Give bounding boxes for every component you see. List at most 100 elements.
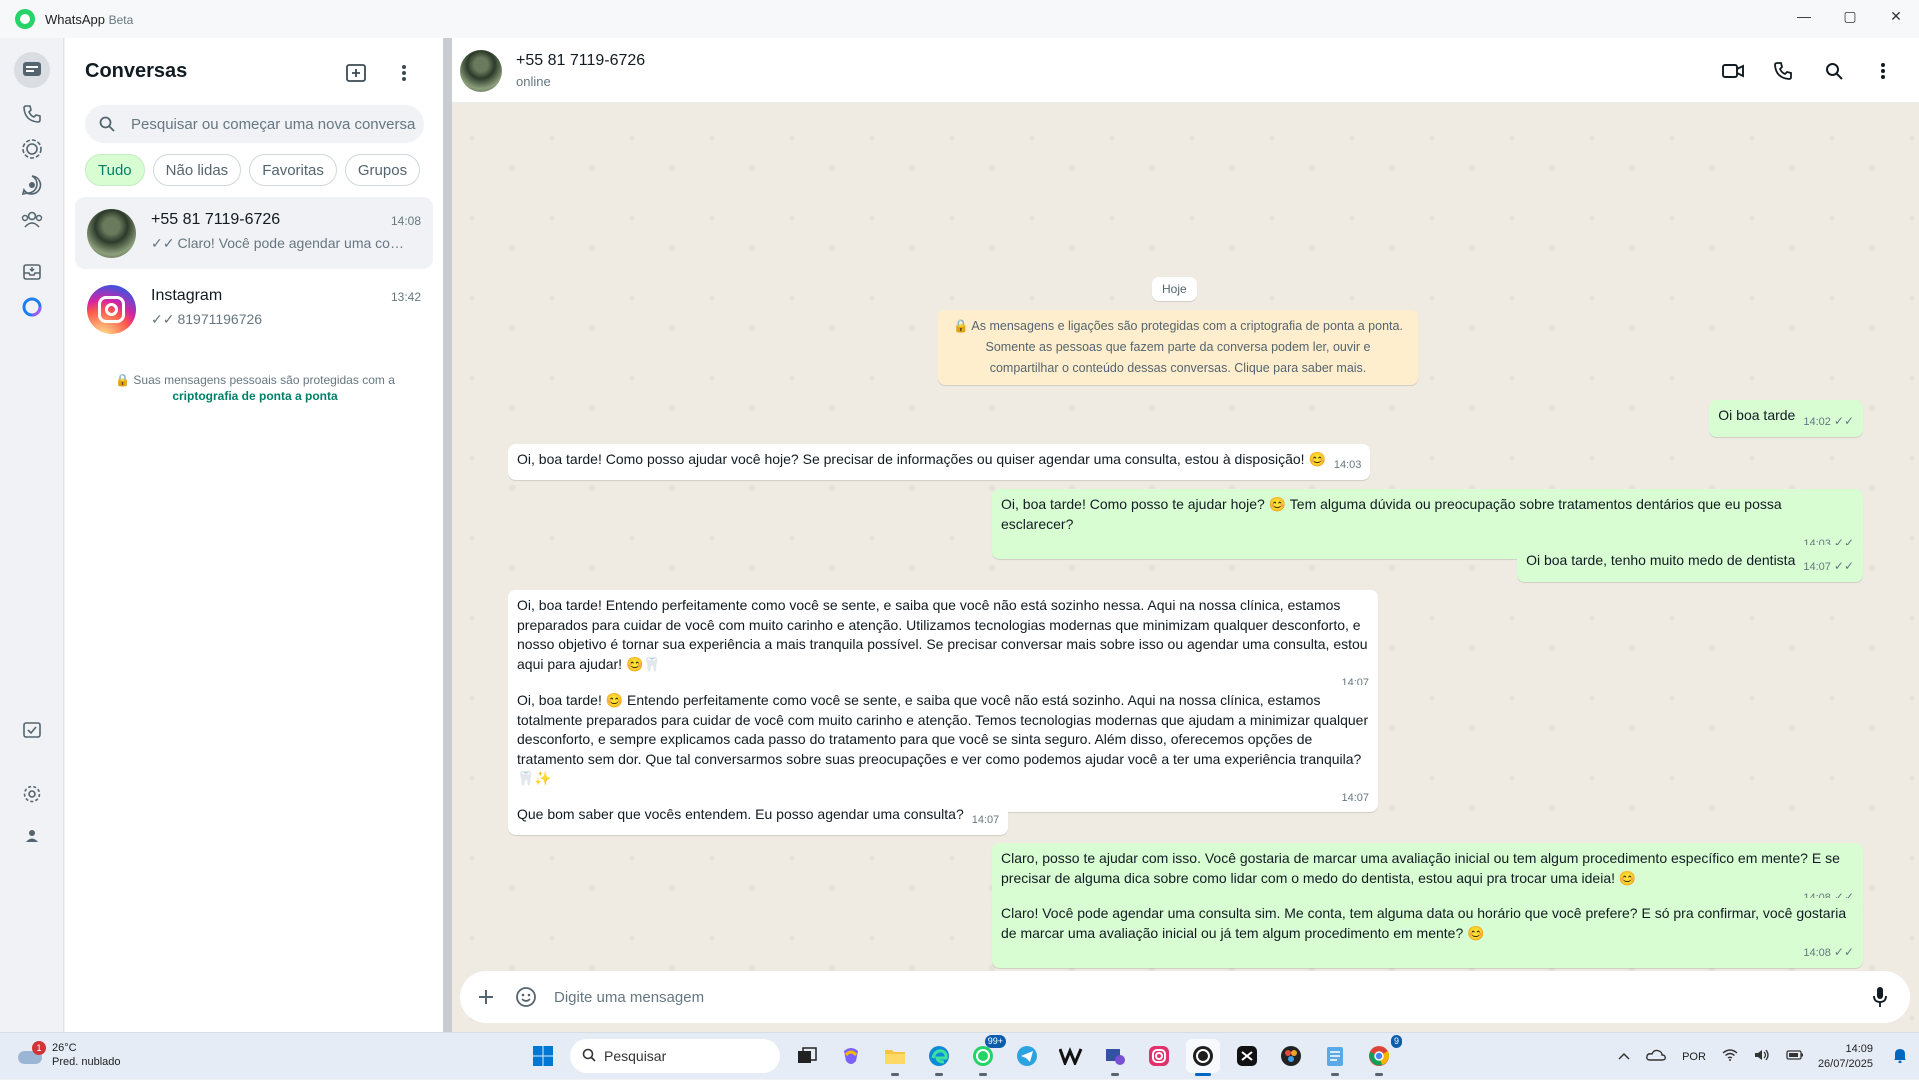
- attach-button[interactable]: [466, 977, 506, 1017]
- encryption-link[interactable]: criptografia de ponta a ponta: [172, 389, 337, 403]
- screen-tool-icon: [1106, 1049, 1125, 1065]
- video-call-icon: [1722, 64, 1744, 78]
- message-text: Oi, boa tarde! 😊 Entendo perfeitamente c…: [517, 692, 1369, 786]
- read-ticks-icon: ✓✓: [1833, 559, 1854, 573]
- clock[interactable]: 14:09 26/07/2025: [1818, 1042, 1873, 1072]
- chevron-up-icon: [1618, 1052, 1630, 1060]
- instagram-avatar-icon: [87, 284, 136, 334]
- volume-icon[interactable]: [1754, 1049, 1770, 1064]
- filter-groups[interactable]: Grupos: [344, 154, 421, 186]
- task-view-button[interactable]: [790, 1039, 824, 1073]
- davinci-button[interactable]: [1274, 1039, 1308, 1073]
- screen-tool-button[interactable]: [1098, 1039, 1132, 1076]
- taskbar-search-label: Pesquisar: [604, 1048, 667, 1064]
- chat-menu-button[interactable]: [1868, 56, 1898, 86]
- search-input[interactable]: [131, 115, 421, 133]
- notepad-button[interactable]: [1318, 1039, 1352, 1076]
- encryption-notice: 🔒 Suas mensagens pessoais são protegidas…: [85, 372, 425, 404]
- copilot-icon: [844, 1048, 858, 1064]
- message-time: 14:07: [971, 814, 1000, 826]
- settings-icon[interactable]: [14, 776, 50, 812]
- minimize-button[interactable]: —: [1781, 0, 1827, 32]
- filter-all[interactable]: Tudo: [85, 154, 145, 186]
- battery-icon[interactable]: [1786, 1049, 1804, 1064]
- contact-avatar[interactable]: [460, 50, 502, 92]
- more-vertical-icon: [1881, 63, 1885, 79]
- outgoing-message[interactable]: Oi boa tarde, tenho muito medo de dentis…: [1517, 545, 1863, 582]
- microphone-icon: [1873, 987, 1887, 1007]
- starred-icon[interactable]: [14, 713, 50, 749]
- message-text: Oi boa tarde, tenho muito medo de dentis…: [1526, 552, 1796, 568]
- message-list[interactable]: Hoje 🔒 As mensagens e ligações são prote…: [452, 103, 1919, 968]
- input-language[interactable]: POR: [1682, 1051, 1706, 1063]
- capcut-button[interactable]: [1230, 1039, 1264, 1073]
- davinci-resolve-icon: [1281, 1046, 1301, 1066]
- chrome-icon: [1369, 1046, 1390, 1066]
- maximize-button[interactable]: ▢: [1827, 0, 1873, 32]
- channels-icon[interactable]: [14, 167, 50, 203]
- whatsapp-beta-button[interactable]: [1186, 1039, 1220, 1076]
- filter-unread[interactable]: Não lidas: [152, 154, 242, 186]
- date-separator: Hoje: [1152, 277, 1197, 301]
- filter-favorites[interactable]: Favoritas: [249, 154, 337, 186]
- chrome-button[interactable]: 9: [1362, 1035, 1402, 1076]
- archive-icon[interactable]: [14, 254, 50, 290]
- encryption-notice-text: 🔒 Suas mensagens pessoais são protegidas…: [115, 373, 395, 387]
- weather-widget[interactable]: 1 26°C Pred. nublado: [18, 1041, 121, 1069]
- message-time: 14:07: [1341, 791, 1369, 804]
- instagram-app-button[interactable]: [1142, 1039, 1176, 1073]
- outgoing-message[interactable]: Claro! Você pode agendar uma consulta si…: [992, 898, 1863, 968]
- outgoing-message[interactable]: Oi boa tarde 14:02 ✓✓: [1709, 400, 1863, 437]
- chat-last-message-text: Claro! Você pode agendar uma consulta si…: [177, 235, 411, 251]
- conversation-header[interactable]: +55 81 7119-6726 online: [452, 38, 1919, 103]
- emoji-button[interactable]: [506, 977, 546, 1017]
- communities-icon[interactable]: [14, 202, 50, 238]
- calls-icon[interactable]: [14, 96, 50, 132]
- incoming-message[interactable]: Oi, boa tarde! 😊 Entendo perfeitamente c…: [508, 685, 1378, 812]
- contact-name[interactable]: +55 81 7119-6726: [516, 52, 645, 70]
- incoming-message[interactable]: Oi, boa tarde! Como posso ajudar você ho…: [508, 444, 1371, 480]
- message-input[interactable]: [554, 988, 1860, 1006]
- incoming-message[interactable]: Oi, boa tarde! Entendo perfeitamente com…: [508, 590, 1378, 698]
- chat-list-item[interactable]: Instagram 13:42 ✓✓ 81971196726: [75, 273, 433, 345]
- sidebar-menu-button[interactable]: [389, 58, 419, 88]
- app-w-button[interactable]: [1054, 1039, 1088, 1073]
- weather-temp: 26°C: [52, 1042, 77, 1054]
- message-text: Oi, boa tarde! Como posso ajudar você ho…: [517, 451, 1326, 467]
- voice-call-button[interactable]: [1768, 56, 1798, 86]
- whatsapp-taskbar-button[interactable]: 99+: [966, 1035, 1006, 1076]
- file-explorer-button[interactable]: [878, 1039, 912, 1076]
- chat-last-message: ✓✓ 81971196726: [151, 311, 411, 328]
- chat-last-message-text: 81971196726: [177, 311, 263, 327]
- new-chat-button[interactable]: [341, 58, 371, 88]
- encryption-system-message[interactable]: 🔒 As mensagens e ligações são protegidas…: [938, 310, 1418, 385]
- taskbar-search[interactable]: Pesquisar: [570, 1039, 780, 1073]
- wifi-icon[interactable]: [1722, 1049, 1738, 1064]
- folder-icon: [885, 1050, 905, 1064]
- close-button[interactable]: ✕: [1873, 0, 1919, 32]
- telegram-icon: [1017, 1046, 1037, 1066]
- status-icon[interactable]: [14, 131, 50, 167]
- onedrive-icon[interactable]: [1646, 1049, 1666, 1064]
- profile-icon[interactable]: [14, 818, 50, 854]
- notifications-bell-icon[interactable]: [1893, 1047, 1907, 1066]
- chat-list-item[interactable]: +55 81 7119-6726 14:08 ✓✓ Claro! Você pod…: [75, 197, 433, 269]
- telegram-button[interactable]: [1010, 1039, 1044, 1073]
- video-call-button[interactable]: [1718, 56, 1748, 86]
- title-bar: WhatsApp Beta — ▢ ✕: [0, 0, 1919, 38]
- show-hidden-icons[interactable]: [1618, 1051, 1630, 1063]
- edge-button[interactable]: [922, 1039, 956, 1076]
- copilot-button[interactable]: [834, 1039, 868, 1073]
- start-button[interactable]: [526, 1039, 560, 1073]
- filter-chips: Tudo Não lidas Favoritas Grupos: [85, 154, 421, 186]
- search-icon: [99, 115, 117, 133]
- chats-icon[interactable]: [14, 52, 50, 88]
- chat-name: +55 81 7119-6726: [151, 211, 281, 228]
- search-box[interactable]: [85, 105, 424, 143]
- chat-search-button[interactable]: [1819, 56, 1849, 86]
- meta-ai-icon[interactable]: [14, 289, 50, 325]
- panel-resize-handle[interactable]: [443, 38, 452, 1032]
- incoming-message[interactable]: Que bom saber que vocês entendem. Eu pos…: [508, 799, 1009, 835]
- read-ticks-icon: ✓✓: [151, 235, 175, 251]
- voice-message-button[interactable]: [1860, 977, 1900, 1017]
